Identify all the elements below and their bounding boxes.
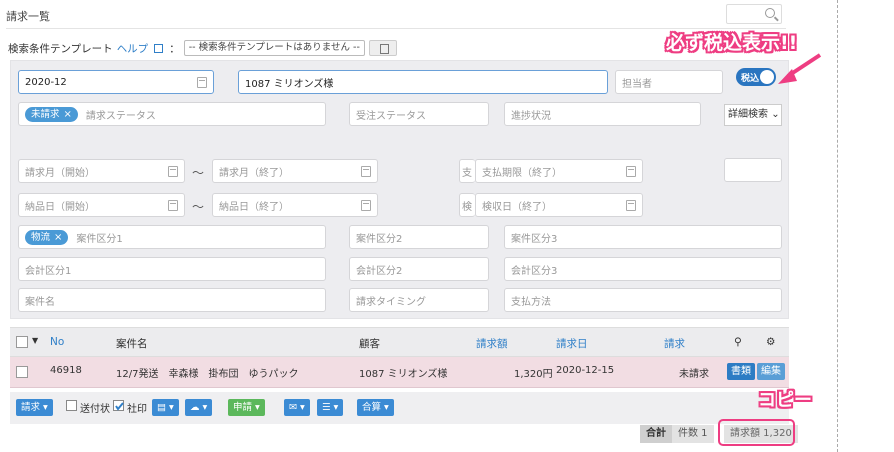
assignee-field[interactable]: 担当者 xyxy=(615,70,723,94)
header-name: 案件名 xyxy=(116,338,148,350)
month-from-field[interactable]: 請求月（開始） xyxy=(18,159,185,183)
inspection-from-field[interactable]: 検 xyxy=(459,193,475,217)
month-field[interactable]: 2020-12 xyxy=(18,70,214,94)
table-row[interactable]: 46918 12/7発送 幸森様 掛布団 ゆうパック 1087 ミリオンズ様 1… xyxy=(10,357,789,388)
payment-method-field[interactable]: 支払方法 xyxy=(504,288,782,312)
documents-button[interactable]: 書類 xyxy=(727,363,755,380)
header-status[interactable]: 請求 xyxy=(664,336,685,351)
cell-name: 12/7発送 幸森様 掛布団 ゆうパック xyxy=(116,369,299,380)
project-name-field[interactable]: 案件名 xyxy=(18,288,326,312)
invoice-menu-button[interactable]: 請求 ▾ xyxy=(16,399,53,416)
summary-total: 合計 xyxy=(640,425,672,443)
payment-from-field[interactable]: 支 xyxy=(459,159,475,183)
search-input[interactable] xyxy=(726,4,782,24)
calendar-icon[interactable] xyxy=(361,200,371,211)
arrow-icon xyxy=(778,53,822,84)
seal-checkbox[interactable] xyxy=(113,400,124,411)
summary-count: 件数 1 xyxy=(672,425,714,443)
calendar-icon[interactable] xyxy=(626,200,636,211)
header-amount[interactable]: 請求額 xyxy=(476,336,508,351)
advanced-search-button[interactable]: 詳細検索 ⌄ xyxy=(724,104,782,126)
cell-amount: 1,320円 xyxy=(514,369,553,380)
pin-icon[interactable]: ⚲ xyxy=(734,336,742,348)
range-separator: 〜 xyxy=(192,166,205,180)
payment-due-field[interactable]: 支払期限（終了） xyxy=(475,159,643,183)
cell-no: 46918 xyxy=(50,365,82,376)
delivery-to-field[interactable]: 納品日（終了） xyxy=(212,193,378,217)
save-template-button[interactable] xyxy=(368,40,397,56)
help-link[interactable]: ヘルプ xyxy=(117,41,149,56)
copy-callout: コピー xyxy=(758,390,812,411)
close-icon[interactable]: × xyxy=(54,230,62,245)
account3-field[interactable]: 会計区分3 xyxy=(504,257,782,281)
template-select[interactable]: -- 検索条件テンプレートはありません -- xyxy=(183,40,365,56)
apply-menu-button[interactable]: 申請 ▾ xyxy=(228,399,265,416)
tax-callout: 必ず税込表示!! xyxy=(666,32,798,54)
external-link-icon[interactable] xyxy=(154,43,164,53)
table-header: ▼ No 案件名 顧客 請求額 請求日 請求 ⚲ ⚙ xyxy=(10,327,789,357)
customer-field[interactable]: 1087 ミリオンズ様 xyxy=(238,70,608,94)
month-to-field[interactable]: 請求月（終了） xyxy=(212,159,378,183)
range-separator: 〜 xyxy=(192,200,205,214)
edit-button[interactable]: 編集 xyxy=(757,363,785,380)
inspection-to-field[interactable]: 検収日（終了） xyxy=(475,193,643,217)
account2-field[interactable]: 会計区分2 xyxy=(349,257,489,281)
filter-panel: 2020-12 1087 ミリオンズ様 担当者 未請求 × 請求ステータス 受注ス… xyxy=(10,60,789,319)
progress-field[interactable]: 進捗状況 xyxy=(504,102,701,126)
calendar-icon[interactable] xyxy=(361,166,371,177)
document-menu-button[interactable]: ▤ ▾ xyxy=(152,399,179,416)
template-row: 検索条件テンプレート ヘルプ ： -- 検索条件テンプレートはありません -- xyxy=(8,40,397,56)
chevron-down-icon[interactable]: ▼ xyxy=(32,336,38,345)
template-label: 検索条件テンプレート xyxy=(8,42,113,55)
category1-field[interactable]: 物流 × 案件区分1 xyxy=(18,225,326,249)
cloud-menu-button[interactable]: ☁ ▾ xyxy=(185,399,213,416)
merge-menu-button[interactable]: 合算 ▾ xyxy=(357,399,394,416)
calendar-icon[interactable] xyxy=(197,77,207,88)
template-colon: ： xyxy=(169,42,180,55)
cell-customer: 1087 ミリオンズ様 xyxy=(359,369,448,380)
close-icon[interactable]: × xyxy=(64,107,72,122)
calendar-icon[interactable] xyxy=(168,166,178,177)
order-status-field[interactable]: 受注ステータス xyxy=(349,102,489,126)
seal-label: 社印 xyxy=(127,404,147,415)
billing-timing-field[interactable]: 請求タイミング xyxy=(349,288,489,312)
send-letter-label: 送付状 xyxy=(80,404,110,415)
highlight-box xyxy=(718,419,795,446)
calendar-icon[interactable] xyxy=(626,166,636,177)
status-field[interactable]: 未請求 × 請求ステータス xyxy=(18,102,326,126)
send-letter-checkbox[interactable] xyxy=(66,400,77,411)
row-checkbox[interactable] xyxy=(16,366,28,378)
gear-icon[interactable]: ⚙ xyxy=(766,336,775,348)
filter-menu-button[interactable]: ☰ ▾ xyxy=(317,399,344,416)
header-customer: 顧客 xyxy=(359,338,380,350)
page-title: 請求一覧 xyxy=(6,10,50,23)
category3-field[interactable]: 案件区分3 xyxy=(504,225,782,249)
cell-date: 2020-12-15 xyxy=(556,365,615,376)
header-no[interactable]: No xyxy=(50,336,64,348)
status-tag[interactable]: 未請求 × xyxy=(25,106,78,122)
account1-field[interactable]: 会計区分1 xyxy=(18,257,326,281)
header-date[interactable]: 請求日 xyxy=(556,336,588,351)
calendar-icon[interactable] xyxy=(168,200,178,211)
extra-field[interactable] xyxy=(724,158,782,182)
category-tag[interactable]: 物流 × xyxy=(25,229,69,245)
action-toolbar: 請求 ▾ 送付状 社印 ▤ ▾ ☁ ▾ 申請 ▾ ✉ ▾ ☰ ▾ 合算 ▾ xyxy=(10,392,789,424)
search-icon xyxy=(765,8,775,18)
guide-line xyxy=(837,0,838,452)
chevron-down-icon: ⌄ xyxy=(771,109,780,120)
delivery-from-field[interactable]: 納品日（開始） xyxy=(18,193,185,217)
category2-field[interactable]: 案件区分2 xyxy=(349,225,489,249)
select-all-checkbox[interactable] xyxy=(16,336,28,348)
mail-menu-button[interactable]: ✉ ▾ xyxy=(284,399,310,416)
cell-status: 未請求 xyxy=(679,369,709,380)
